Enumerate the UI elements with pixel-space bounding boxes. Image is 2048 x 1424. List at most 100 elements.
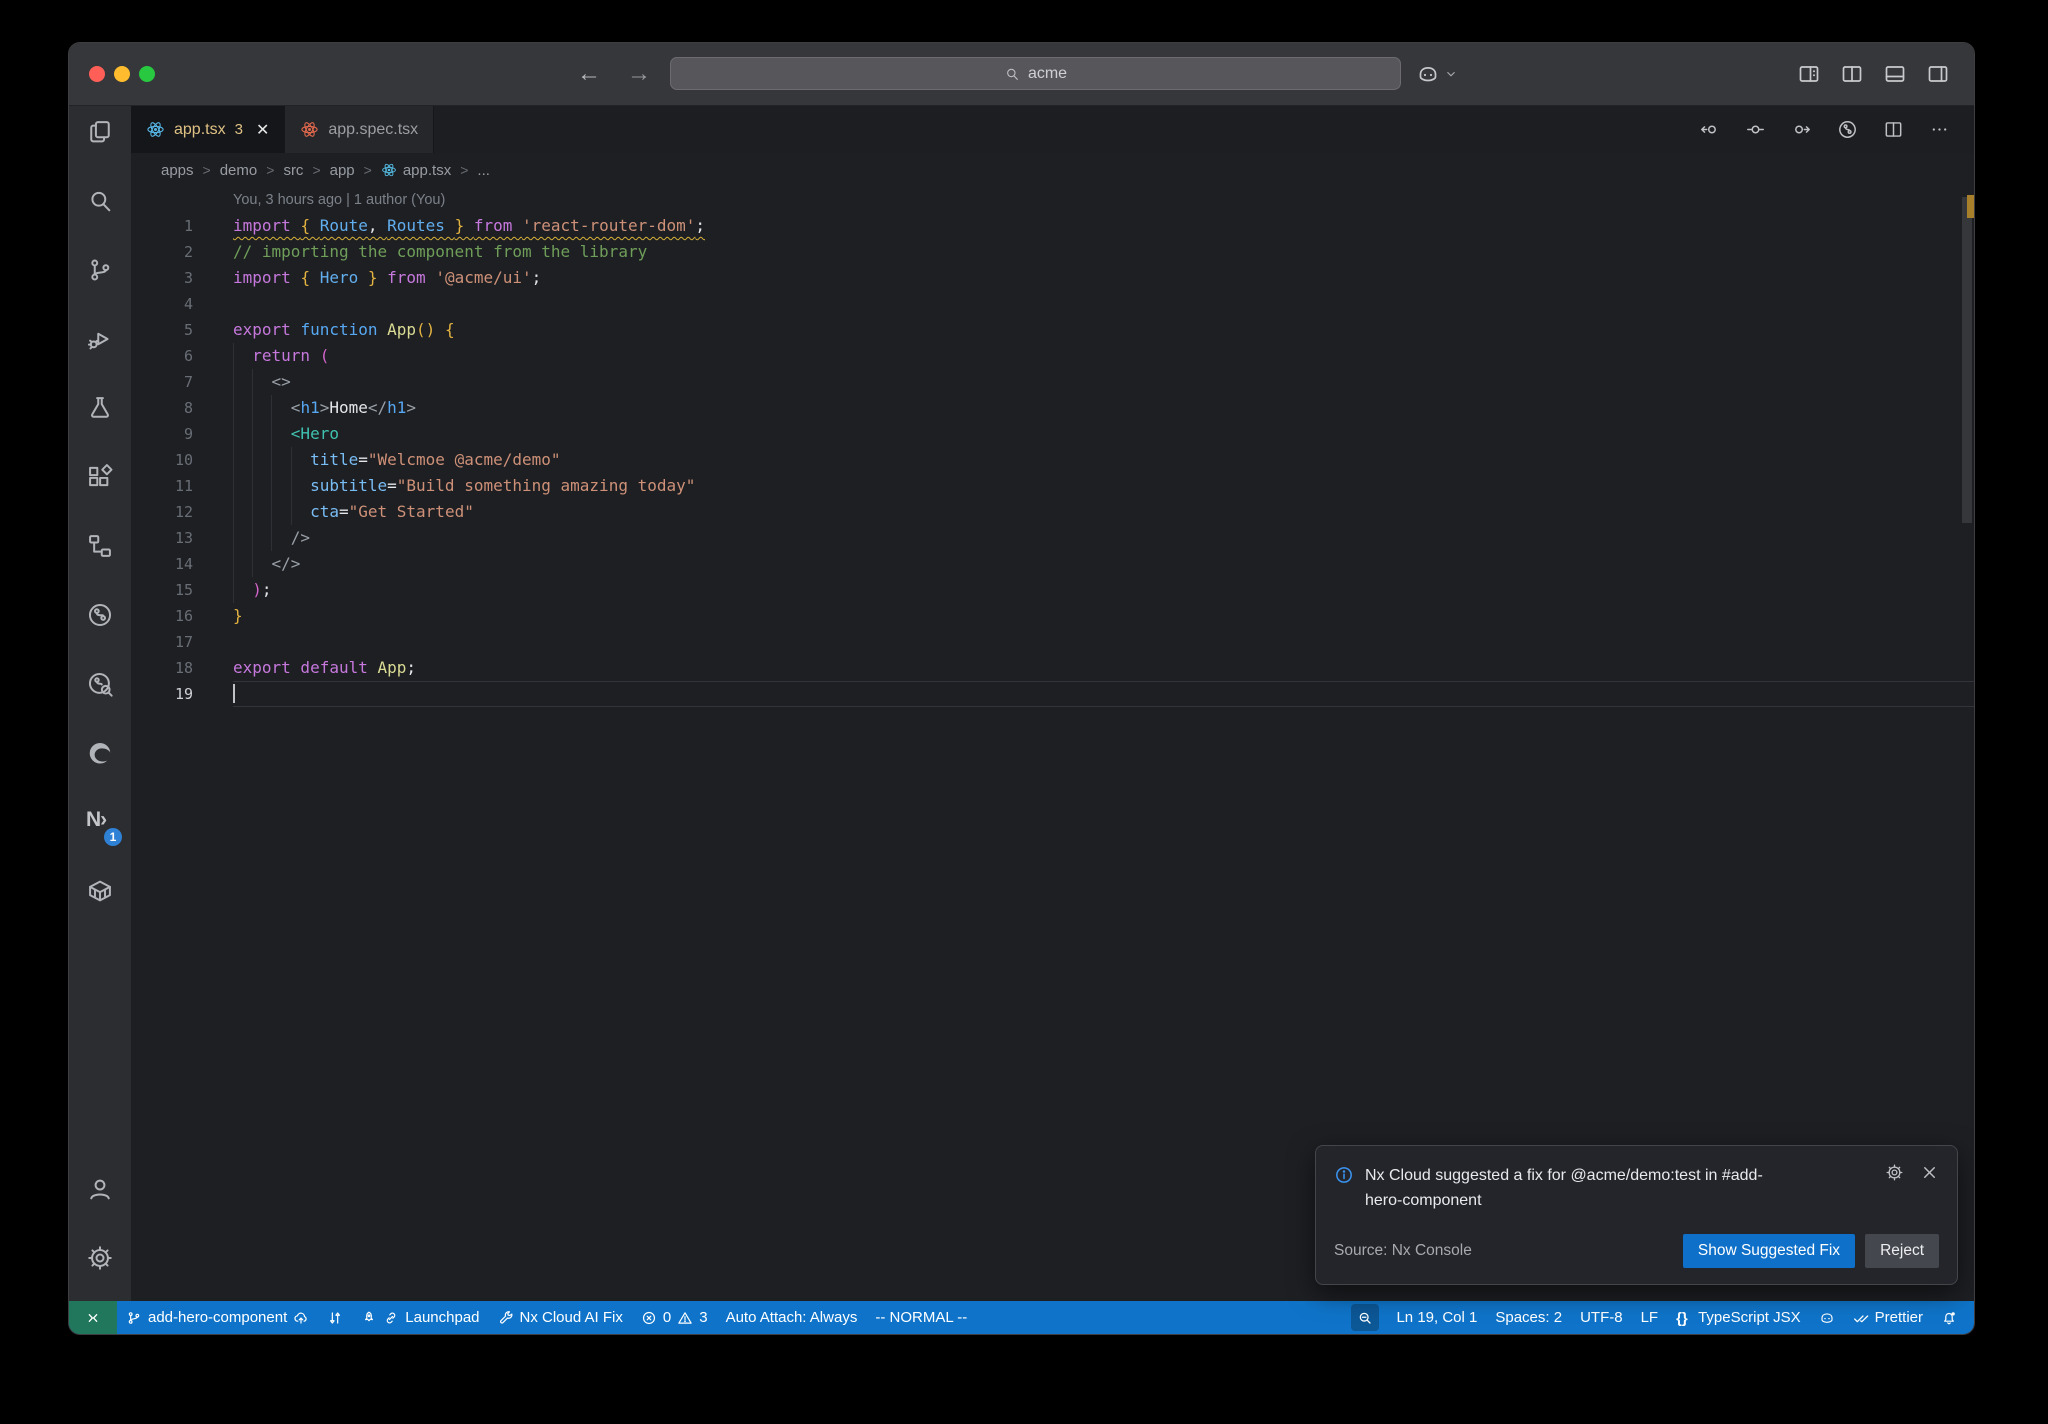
code-line[interactable]: 14 </> [131,551,1974,577]
minimize-window-button[interactable] [114,66,130,82]
code-line[interactable]: 9 <Hero [131,421,1974,447]
status-compare-changes[interactable] [318,1301,352,1334]
line-number[interactable]: 12 [131,499,233,525]
status-indentation[interactable]: Spaces: 2 [1486,1301,1571,1334]
breadcrumb-item[interactable]: src [283,162,303,179]
code-editor[interactable]: You, 3 hours ago | 1 author (You) 1 import… [131,187,1974,1301]
code-line[interactable]: 17 [131,629,1974,655]
code-line[interactable]: 5 export function App() { [131,317,1974,343]
status-formatter-prettier[interactable]: Prettier [1844,1301,1932,1334]
status-zoom-indicator[interactable] [1351,1304,1380,1331]
line-number[interactable]: 10 [131,447,233,473]
code-line[interactable]: 2// importing the component from the lib… [131,239,1974,265]
activity-containers[interactable] [69,865,131,917]
next-change-icon[interactable] [1791,119,1812,140]
breadcrumb-item[interactable]: app.tsx [381,162,451,179]
activity-testing[interactable] [69,382,131,434]
activity-source-control[interactable] [69,244,131,296]
split-editor-icon[interactable] [1883,119,1904,140]
activity-accounts[interactable] [69,1163,131,1215]
code-line[interactable]: 3 import { Hero } from '@acme/ui'; [131,265,1974,291]
open-change-icon[interactable] [1745,119,1766,140]
code-line[interactable]: 15 ); [131,577,1974,603]
activity-nx-console[interactable]: N› 1 [69,796,131,848]
line-number[interactable]: 8 [131,395,233,421]
line-number[interactable]: 3 [131,265,233,291]
zoom-window-button[interactable] [139,66,155,82]
activity-explorer[interactable] [69,106,131,158]
tab-app-tsx[interactable]: app.tsx 3 ✕ [131,106,286,153]
line-number[interactable]: 1 [131,213,233,239]
status-vim-mode[interactable]: -- NORMAL -- [866,1301,976,1334]
notification-settings-gear-icon[interactable] [1885,1163,1904,1182]
code-line[interactable]: 19 [131,681,1974,707]
line-number[interactable]: 16 [131,603,233,629]
close-tab-icon[interactable]: ✕ [256,120,269,140]
previous-change-icon[interactable] [1699,119,1720,140]
toggle-secondary-sidebar-icon[interactable] [1926,62,1950,86]
more-actions-icon[interactable] [1929,119,1950,140]
line-number[interactable]: 7 [131,369,233,395]
toggle-panel-icon[interactable] [1883,62,1907,86]
code-line[interactable]: 11 subtitle="Build something amazing tod… [131,473,1974,499]
line-number[interactable]: 5 [131,317,233,343]
code-line[interactable]: 10 title="Welcmoe @acme/demo" [131,447,1974,473]
copilot-menu-button[interactable] [1416,43,1458,105]
line-number[interactable]: 14 [131,551,233,577]
code-line[interactable]: 1 import { Route, Routes } from 'react-ro… [131,213,1974,239]
activity-gitlens[interactable] [69,589,131,641]
line-number[interactable]: 18 [131,655,233,681]
status-encoding[interactable]: UTF-8 [1571,1301,1632,1334]
line-number[interactable]: 11 [131,473,233,499]
code-line[interactable]: 12 cta="Get Started" [131,499,1974,525]
vertical-scrollbar[interactable] [1960,187,1974,1301]
line-number[interactable]: 6 [131,343,233,369]
activity-run-and-debug[interactable] [69,313,131,365]
command-center-search[interactable]: acme [670,57,1401,90]
line-number[interactable]: 13 [131,525,233,551]
close-window-button[interactable] [89,66,105,82]
code-line[interactable]: 8 <h1>Home</h1> [131,395,1974,421]
back-arrow-icon[interactable]: ← [574,60,604,88]
line-number[interactable]: 15 [131,577,233,603]
tab-app-spec-tsx[interactable]: app.spec.tsx [285,106,435,153]
activity-extensions[interactable] [69,451,131,503]
status-eol-sequence[interactable]: LF [1632,1301,1668,1334]
reject-button[interactable]: Reject [1865,1234,1939,1268]
status-notifications-bell[interactable] [1932,1301,1966,1334]
code-line[interactable]: 18 export default App; [131,655,1974,681]
show-suggested-fix-button[interactable]: Show Suggested Fix [1682,1234,1856,1268]
line-number[interactable]: 4 [131,291,233,317]
activity-project-hierarchy[interactable] [69,520,131,572]
status-nx-cloud-ai-fix[interactable]: Nx Cloud AI Fix [489,1301,632,1334]
activity-edge-tools[interactable] [69,727,131,779]
status-copilot-status[interactable] [1810,1301,1844,1334]
code-line[interactable]: 6 return ( [131,343,1974,369]
notification-close-icon[interactable] [1920,1163,1939,1182]
code-line[interactable]: 7 <> [131,369,1974,395]
line-number[interactable]: 9 [131,421,233,447]
gitlens-commit-graph-icon[interactable] [1837,119,1858,140]
breadcrumb-item[interactable]: demo [220,162,258,179]
status-cursor-position[interactable]: Ln 19, Col 1 [1387,1301,1486,1334]
line-number[interactable]: 17 [131,629,233,655]
forward-arrow-icon[interactable]: → [624,60,654,88]
status-launchpad[interactable]: Launchpad [352,1301,488,1334]
status-git-branch[interactable]: add-hero-component [117,1301,318,1334]
code-line[interactable]: 4 [131,291,1974,317]
status-remote[interactable] [69,1301,117,1334]
activity-search[interactable] [69,175,131,227]
status-problems[interactable]: 03 [632,1301,717,1334]
breadcrumb-item[interactable]: ... [477,162,490,179]
status-auto-attach[interactable]: Auto Attach: Always [717,1301,867,1334]
scrollbar-thumb[interactable] [1962,197,1972,523]
code-line[interactable]: 16} [131,603,1974,629]
breadcrumb-item[interactable]: app [330,162,355,179]
code-line[interactable]: 13 /> [131,525,1974,551]
breadcrumb-item[interactable]: apps [161,162,194,179]
activity-settings[interactable] [69,1232,131,1284]
line-number[interactable]: 2 [131,239,233,265]
status-language-mode[interactable]: {} TypeScript JSX [1667,1301,1810,1334]
activity-gitlens-inspect[interactable] [69,658,131,710]
customize-layout-icon[interactable] [1797,62,1821,86]
